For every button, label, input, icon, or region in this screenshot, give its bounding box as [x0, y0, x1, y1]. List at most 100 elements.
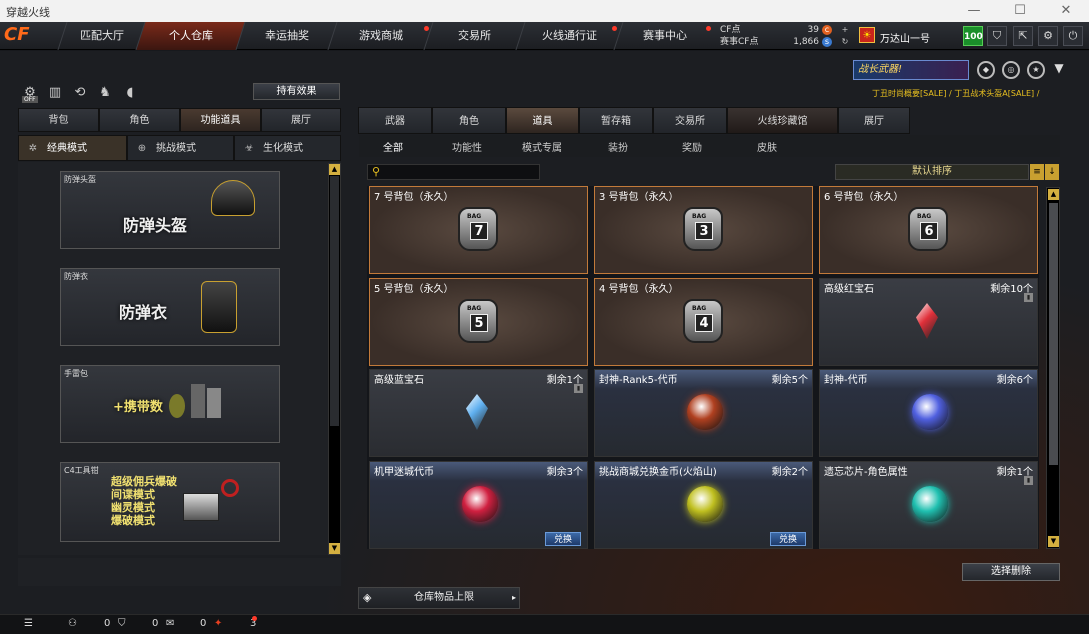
scroll-down-arrow[interactable]: ▼: [329, 543, 340, 554]
list-item[interactable]: 防弹头盔 防弹头盔: [60, 171, 280, 249]
subtab-functional[interactable]: 功能性: [452, 139, 482, 154]
search-input[interactable]: ⚲: [367, 164, 540, 180]
item-card[interactable]: 机甲迷城代币 剩余3个 兑换: [369, 461, 588, 549]
game-window: 穿越火线 — ☐ ✕ CF 匹配大厅 个人仓库 幸运抽奖 游戏商城 交易所 火线…: [0, 0, 1089, 634]
tab-collection[interactable]: 火线珍藏馆: [727, 107, 838, 134]
figure-icon[interactable]: ♞: [96, 84, 114, 102]
item-card[interactable]: 6 号背包（永久） BAG 6: [819, 186, 1038, 274]
target-icon: ⊕: [137, 143, 147, 154]
shield-icon[interactable]: ⛉: [987, 26, 1007, 46]
scroll-down-arrow[interactable]: ▼: [1048, 536, 1059, 547]
warehouse-capacity-button[interactable]: ◈ 仓库物品上限 ▸: [358, 587, 520, 609]
tab-character[interactable]: 角色: [99, 108, 180, 132]
right-scrollbar[interactable]: ▲ ▼: [1046, 187, 1060, 549]
item-card[interactable]: 5 号背包（永久） BAG 5: [369, 278, 588, 366]
item-card[interactable]: 3 号背包（永久） BAG 3: [594, 186, 813, 274]
add-icon[interactable]: +: [840, 25, 850, 35]
promo-banner[interactable]: 战长武器!: [853, 60, 969, 80]
tab-game-mall[interactable]: 游戏商城: [327, 22, 433, 50]
backpack-icon: BAG 7: [458, 207, 498, 251]
item-card[interactable]: 遗忘芯片-角色属性 剩余1个 ▮: [819, 461, 1038, 549]
tab-storage[interactable]: 暂存箱: [579, 107, 653, 134]
tab-battle-pass[interactable]: 火线通行证: [515, 22, 623, 50]
target-icon[interactable]: ◎: [1002, 61, 1020, 79]
tab-trade[interactable]: 交易所: [653, 107, 727, 134]
item-card[interactable]: 封神-代币 剩余6个: [819, 369, 1038, 457]
gear-icon[interactable]: ⚙: [1038, 26, 1058, 46]
grenade-icon: [191, 384, 205, 418]
mode-classic[interactable]: ✲ 经典模式: [18, 135, 127, 161]
power-icon[interactable]: ⏻: [1063, 26, 1083, 46]
backpack-icon: BAG 3: [683, 207, 723, 251]
tab-showroom-right[interactable]: 展厅: [838, 107, 910, 134]
item-card[interactable]: 封神-Rank5-代币 剩余5个: [594, 369, 813, 457]
mode-challenge[interactable]: ⊕ 挑战模式: [127, 135, 234, 161]
token-icon: [462, 486, 498, 522]
list-view-icon[interactable]: ≡: [1030, 164, 1044, 180]
mouse-icon[interactable]: ◖: [121, 84, 139, 102]
chevron-down-icon[interactable]: ▼: [1050, 61, 1068, 79]
minimize-button[interactable]: —: [951, 0, 997, 22]
tab-items[interactable]: 道具: [506, 107, 579, 134]
subtab-all[interactable]: 全部: [383, 139, 403, 154]
item-card[interactable]: 挑战商城兑换金币(火焰山) 剩余2个 兑换: [594, 461, 813, 549]
item-card[interactable]: 4 号背包（永久） BAG 4: [594, 278, 813, 366]
cycle-icon[interactable]: ⟲: [71, 84, 89, 102]
tab-function-items[interactable]: 功能道具: [180, 108, 261, 132]
list-item[interactable]: C4工具钳 超级佣兵爆破 间谍模式 幽灵模式 爆破模式: [60, 462, 280, 542]
tab-personal-warehouse[interactable]: 个人仓库: [135, 22, 245, 50]
username[interactable]: 万达山一号: [880, 30, 930, 45]
item-card[interactable]: 高级红宝石 剩余10个 ▮: [819, 278, 1038, 366]
menu-icon[interactable]: ☰: [24, 618, 33, 629]
effects-button[interactable]: 持有效果: [253, 83, 340, 100]
exchange-button[interactable]: 兑换: [545, 532, 581, 546]
list-item[interactable]: 防弹衣 防弹衣: [60, 268, 280, 346]
subtab-skins[interactable]: 皮肤: [757, 139, 777, 154]
left-scrollbar[interactable]: ▲ ▼: [328, 163, 341, 555]
grenade-icon: [169, 394, 185, 418]
refresh-icon[interactable]: ↻: [840, 37, 850, 47]
subtab-mode-exclusive[interactable]: 模式专属: [522, 139, 562, 154]
tab-showroom[interactable]: 展厅: [261, 108, 341, 132]
chat-icon[interactable]: ✉: [166, 618, 174, 629]
list-item[interactable]: 手雷包 +携带数: [60, 365, 280, 443]
token-icon: [687, 486, 723, 522]
scroll-thumb[interactable]: [1049, 203, 1058, 465]
rank-badge: ☀: [859, 27, 875, 43]
gift-icon[interactable]: ✦: [214, 618, 222, 629]
select-delete-button[interactable]: 选择删除: [962, 563, 1060, 581]
stats-icon[interactable]: ▥: [46, 84, 64, 102]
tab-characters[interactable]: 角色: [432, 107, 506, 134]
star-icon[interactable]: ★: [1027, 61, 1045, 79]
tab-trading-post[interactable]: 交易所: [423, 22, 525, 50]
layers-icon: ◈: [363, 591, 372, 604]
trash-icon[interactable]: ▮: [574, 384, 583, 393]
mode-zombie[interactable]: ☣ 生化模式: [234, 135, 341, 161]
tab-lucky-draw[interactable]: 幸运抽奖: [235, 22, 337, 50]
close-button[interactable]: ✕: [1043, 0, 1089, 22]
subtab-appearance[interactable]: 装扮: [608, 139, 628, 154]
scroll-thumb[interactable]: [330, 176, 339, 426]
subtab-rewards[interactable]: 奖励: [682, 139, 702, 154]
backpack-icon: BAG 4: [683, 299, 723, 343]
item-card[interactable]: 7 号背包（永久） BAG 7: [369, 186, 588, 274]
tab-match-lobby[interactable]: 匹配大厅: [57, 22, 145, 50]
scroll-up-arrow[interactable]: ▲: [329, 164, 340, 175]
trash-icon[interactable]: ▮: [1024, 293, 1033, 302]
event-icon[interactable]: ◆: [977, 61, 995, 79]
trash-icon[interactable]: ▮: [1024, 476, 1033, 485]
tab-event-center[interactable]: 赛事中心: [613, 22, 715, 50]
item-card[interactable]: 高级蓝宝石 剩余1个 ▮: [369, 369, 588, 457]
clan-icon[interactable]: ⛉: [118, 618, 126, 629]
notification-dot: [612, 26, 617, 31]
sort-dropdown[interactable]: 默认排序: [835, 164, 1029, 180]
exchange-button[interactable]: 兑换: [770, 532, 806, 546]
sort-arrow-icon[interactable]: ↓: [1045, 164, 1059, 180]
maximize-button[interactable]: ☐: [997, 0, 1043, 22]
friends-icon[interactable]: ⚇: [68, 618, 77, 629]
item-name: 3 号背包（永久）: [599, 192, 679, 203]
tab-weapons[interactable]: 武器: [358, 107, 432, 134]
scroll-up-arrow[interactable]: ▲: [1048, 189, 1059, 200]
tab-backpack[interactable]: 背包: [18, 108, 99, 132]
exit-icon[interactable]: ⇱: [1013, 26, 1033, 46]
